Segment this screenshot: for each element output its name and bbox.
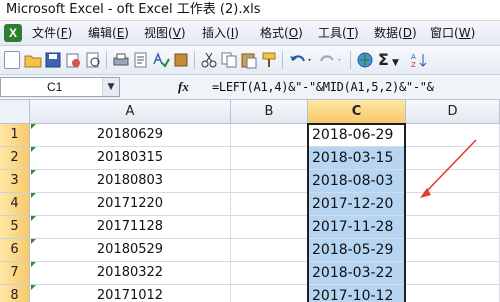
menu-item-label: 视图(: [144, 26, 173, 40]
toolbar-separator: [350, 51, 351, 69]
print-icon[interactable]: [112, 51, 130, 69]
autosum-label: Σ: [378, 50, 389, 69]
fx-icon[interactable]: fx: [178, 77, 189, 97]
menu-item-accel: V: [172, 26, 181, 40]
excel-app-icon[interactable]: X: [4, 24, 22, 42]
copy-icon[interactable]: [220, 51, 238, 69]
menu-item-7[interactable]: 窗口(W): [430, 21, 475, 45]
red-arrow-annotation: [420, 139, 477, 198]
formula-input[interactable]: =LEFT(A1,4)&"-"&MID(A1,5,2)&"-"&: [212, 77, 500, 97]
menu-item-close: ): [67, 26, 73, 40]
menu-item-label: 工具(: [318, 26, 347, 40]
menu-item-close: ): [354, 26, 359, 40]
menu-item-label: 格式(: [260, 26, 289, 40]
menu-item-label: 编辑(: [88, 26, 117, 40]
standard-toolbar: Σ ▼ AZ: [0, 46, 500, 75]
menu-item-accel: W: [458, 26, 471, 40]
menu-item-accel: T: [346, 26, 355, 40]
autosum-icon[interactable]: Σ ▼: [378, 51, 404, 69]
hyperlink-icon[interactable]: [356, 51, 374, 69]
menu-item-close: ): [124, 26, 129, 40]
menu-bar: X 文件(F) 编辑(E) 视图(V) 插入(I) 格式(O) 工具(T) 数据(D) 窗口(…: [0, 21, 500, 46]
cut-icon[interactable]: [200, 51, 218, 69]
name-box-value: C1: [47, 80, 63, 94]
menu-item-accel: D: [402, 26, 412, 40]
menu-item-label: 数据(: [374, 26, 403, 40]
format-painter-icon[interactable]: [260, 51, 278, 69]
menu-item-label: 窗口(: [430, 26, 459, 40]
menu-item-0[interactable]: 文件(F): [32, 21, 72, 45]
menu-item-close: ): [234, 26, 239, 40]
spelling-icon[interactable]: [152, 51, 170, 69]
toolbar-separator: [106, 51, 107, 69]
menu-item-5[interactable]: 工具(T): [318, 21, 359, 45]
research-book-icon[interactable]: [172, 51, 190, 69]
chevron-down-icon[interactable]: ▼: [102, 78, 119, 96]
permission-icon[interactable]: [64, 51, 82, 69]
excel-window: Microsoft Excel - oft Excel 工作表 (2).xls …: [0, 0, 500, 302]
menu-item-3[interactable]: 插入(I): [202, 21, 239, 45]
sort-icon[interactable]: AZ: [410, 51, 428, 69]
menu-item-close: ): [180, 26, 186, 40]
toolbar-separator: [194, 51, 195, 69]
redo-icon[interactable]: [318, 51, 344, 69]
open-icon[interactable]: [24, 51, 42, 69]
research-icon[interactable]: [132, 51, 150, 69]
window-title: Microsoft Excel - oft Excel 工作表 (2).xls: [6, 2, 261, 17]
svg-text:Z: Z: [411, 61, 416, 69]
menu-item-label: 文件(: [32, 26, 61, 40]
save-icon[interactable]: [44, 51, 62, 69]
undo-icon[interactable]: [288, 51, 314, 69]
menu-item-accel: F: [60, 26, 68, 40]
menu-item-4[interactable]: 格式(O): [260, 21, 303, 45]
menu-item-close: ): [470, 26, 476, 40]
formula-bar: C1 ▼ fx =LEFT(A1,4)&"-"&MID(A1,5,2)&"-"&: [0, 75, 500, 100]
menu-item-label: 插入(: [202, 26, 231, 40]
print-preview-icon[interactable]: [84, 51, 102, 69]
new-icon[interactable]: [4, 51, 20, 69]
menu-item-close: ): [411, 26, 417, 40]
menu-item-6[interactable]: 数据(D): [374, 21, 417, 45]
menu-item-accel: O: [288, 26, 299, 40]
svg-text:A: A: [411, 53, 416, 61]
name-box[interactable]: C1 ▼: [0, 77, 120, 97]
worksheet-grid: A B C D 1 20180629 2018-06-29 2 20180315 2018…: [0, 100, 500, 302]
menu-item-close: ): [298, 26, 303, 40]
paste-icon[interactable]: [240, 51, 258, 69]
menu-item-2[interactable]: 视图(V): [144, 21, 186, 45]
toolbar-separator: [282, 51, 283, 69]
title-bar: Microsoft Excel - oft Excel 工作表 (2).xls: [0, 0, 500, 21]
menu-item-1[interactable]: 编辑(E): [88, 21, 129, 45]
